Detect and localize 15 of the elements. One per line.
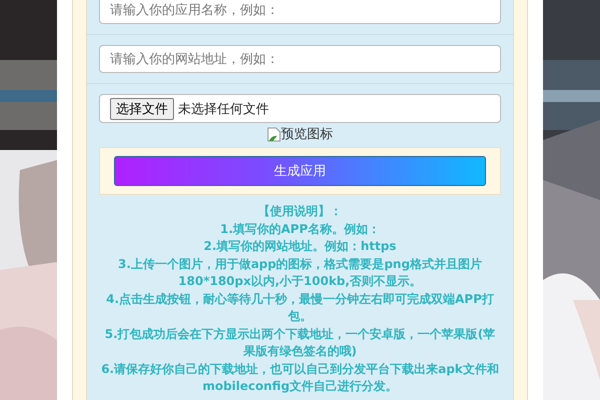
help-item: 2.填写你的网站地址。例如：https <box>204 238 396 255</box>
generate-button[interactable]: 生成应用 <box>114 156 486 186</box>
help-item: 5.打包成功后会在下方显示出两个下载地址，一个安卓版，一个苹果版(苹果版有绿色签名的哦) <box>104 326 496 360</box>
file-status: 未选择任何文件 <box>178 100 269 118</box>
broken-image-icon <box>267 126 281 142</box>
app-name-field[interactable]: 请输入你的应用名称，例如： <box>99 0 501 24</box>
help-item: 4.点击生成按钮，耐心等待几十秒，最慢一分钟左右即可完成双端APP打包。 <box>105 290 495 325</box>
help-item: 1.填写你的APP名称。例如： <box>220 220 380 238</box>
help-item: 6.请保存好你自己的下载地址，也可以自己到分发平台下载出来apk文件和mobileconfig文件自己进行分发。 <box>100 360 500 395</box>
choose-file-button[interactable]: 选择文件 <box>110 98 174 120</box>
file-field[interactable]: 选择文件 未选择任何文件 <box>99 94 501 123</box>
help-item: 3.上传一个图片，用于做app的图标，格式需要是png格式并且图片180*180px以内,小于100kb,否则不显示。 <box>117 256 483 290</box>
url-field[interactable]: 请输入你的网站地址，例如： <box>99 45 501 73</box>
help-title: 【使用说明】： <box>258 203 342 220</box>
preview-alt-text: 预览图标 <box>281 126 333 143</box>
